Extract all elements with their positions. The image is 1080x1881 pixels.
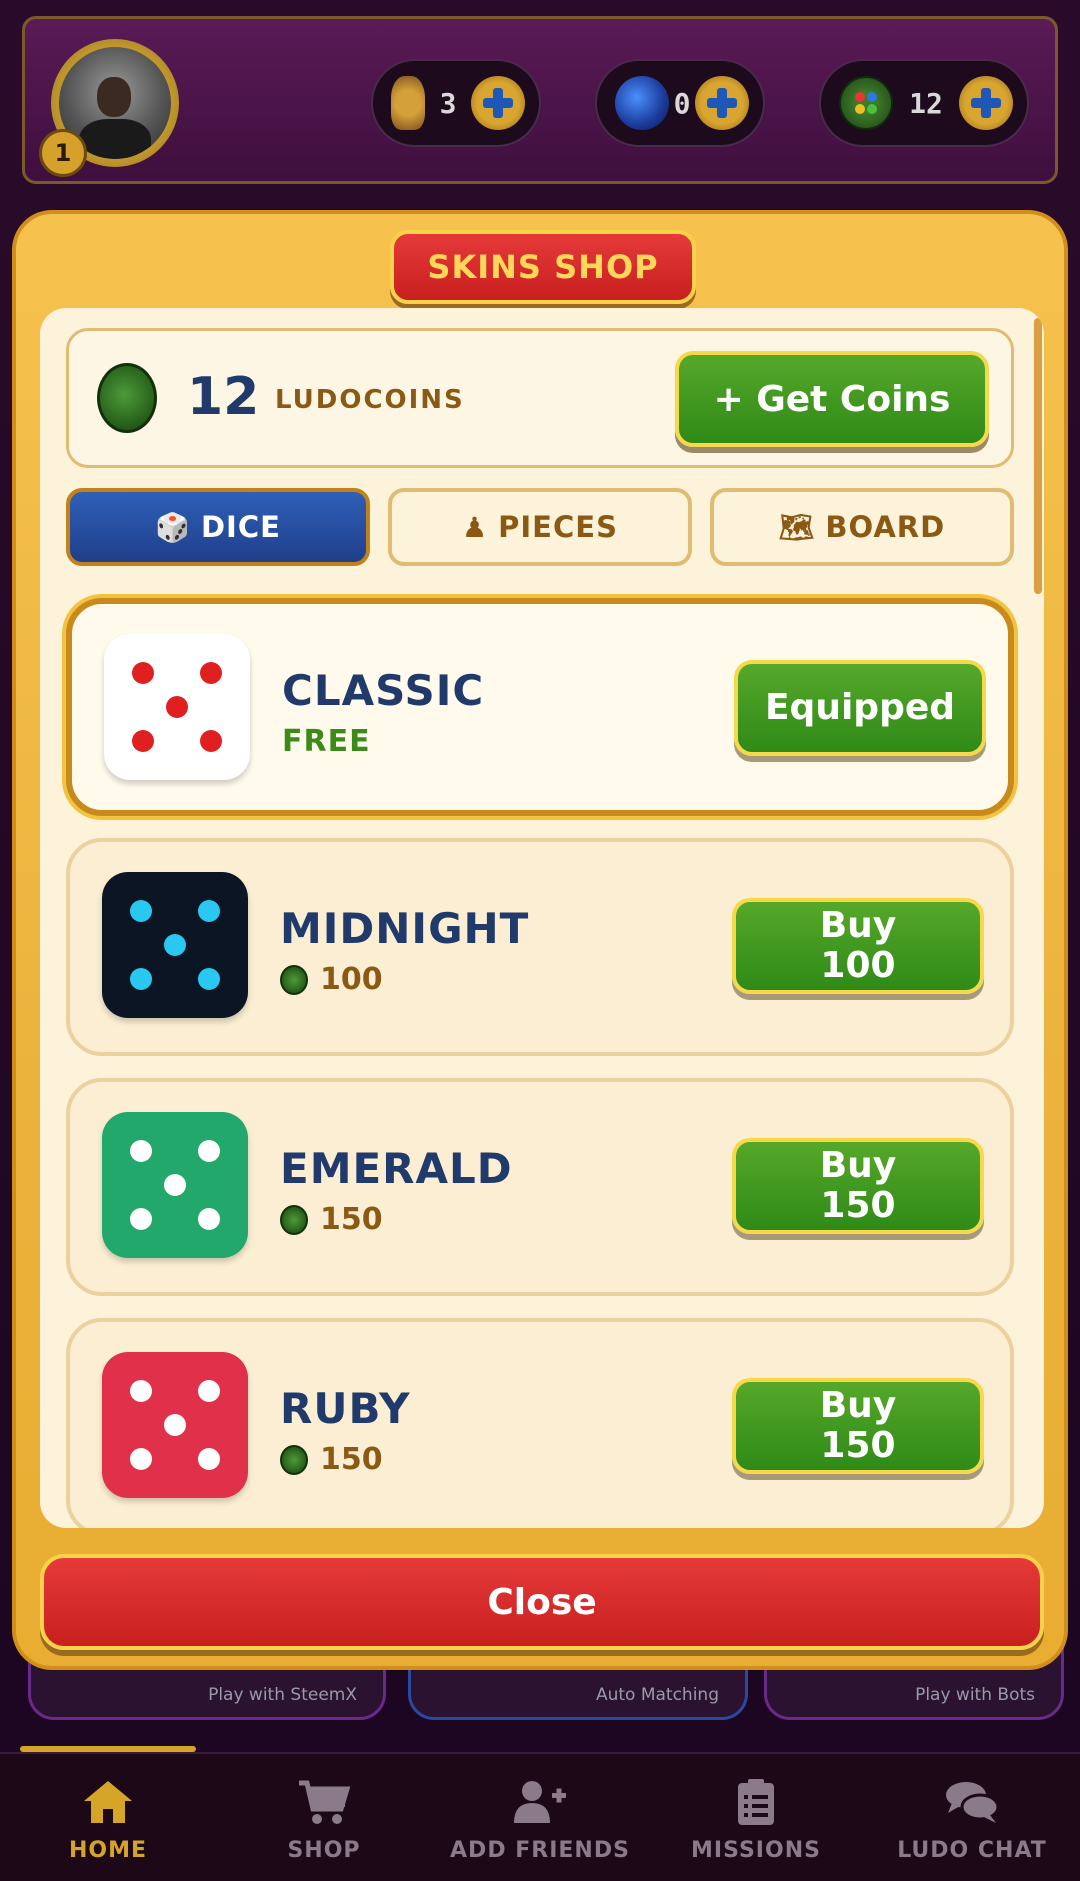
nav-label: HOME [68,1838,148,1863]
tab-pieces[interactable]: ♟ PIECES [388,488,692,566]
ludocoin-icon [280,964,308,995]
scrollbar[interactable] [1034,318,1042,594]
pawn-icon: ♟ [462,510,489,544]
chat-icon [942,1776,1002,1828]
clipboard-icon [726,1776,786,1828]
steem-icon [615,76,669,130]
coin-balance-unit: LUDOCOINS [275,385,465,415]
ludocoin-icon [97,363,157,433]
currency-steem: 0 [595,59,765,147]
nav-label: MISSIONS [691,1838,821,1863]
nav-label: LUDO CHAT [897,1838,1047,1863]
ludocoin-icon [280,1444,308,1475]
die-preview [102,1352,248,1498]
add-user-icon [510,1776,570,1828]
skin-price: 100 [280,962,383,997]
skin-name: MIDNIGHT [280,904,530,953]
add-trophies-button[interactable] [471,76,525,130]
buy-button[interactable]: Buy 150 [732,1378,984,1474]
add-ludocoins-button[interactable] [959,76,1013,130]
skin-item-midnight: MIDNIGHT 100 Buy 100 [66,838,1014,1056]
skin-name: EMERALD [280,1144,513,1193]
game-card-label: Play with Bots [915,1685,1035,1705]
ludocoins-value: 12 [909,86,943,120]
tab-label: PIECES [498,510,618,544]
steem-value: 0 [673,86,691,120]
game-card-label: Play with SteemX [208,1685,357,1705]
buy-button[interactable]: Buy 150 [732,1138,984,1234]
trophies-value: 3 [439,86,457,120]
map-icon: 🗺 [778,510,816,544]
die-preview [102,1112,248,1258]
top-bar: 1 3 0 12 [22,16,1058,184]
skin-name: CLASSIC [282,666,485,715]
coin-balance: 12 LUDOCOINS + Get Coins [66,328,1014,468]
bottom-nav: HOME SHOP ADD FRIENDS MISSIONS LUDO CHAT [0,1746,1080,1881]
skin-price: 150 [280,1442,383,1477]
skin-item-emerald: EMERALD 150 Buy 150 [66,1078,1014,1296]
add-steem-button[interactable] [695,76,749,130]
skin-item-ruby: RUBY 150 Buy 150 [66,1318,1014,1528]
die-preview [104,634,250,780]
buy-button[interactable]: Buy 100 [732,898,984,994]
die-preview [102,872,248,1018]
shop-content: 12 LUDOCOINS + Get Coins 🎲 DICE ♟ PIECES… [40,308,1044,1528]
level-badge: 1 [39,129,87,177]
currency-trophies: 3 [371,59,541,147]
coin-balance-amount: 12 [187,367,260,427]
currency-ludocoins: 12 [819,59,1029,147]
skin-item-classic: CLASSIC FREE Equipped [66,598,1014,816]
skins-shop-modal: SKINS SHOP 12 LUDOCOINS + Get Coins 🎲 DI… [12,210,1068,1670]
cart-icon [294,1776,354,1828]
dice-icon: 🎲 [155,510,191,544]
home-icon [78,1776,138,1828]
tab-dice[interactable]: 🎲 DICE [66,488,370,566]
nav-label: SHOP [287,1838,361,1863]
nav-label: ADD FRIENDS [450,1838,630,1863]
skin-price: 150 [280,1202,383,1237]
tab-label: DICE [200,510,281,544]
tab-label: BOARD [825,510,946,544]
game-card-label: Auto Matching [595,1685,719,1705]
nav-home[interactable]: HOME [0,1776,216,1876]
equipped-button[interactable]: Equipped [734,660,986,756]
nav-shop[interactable]: SHOP [216,1776,432,1876]
tab-board[interactable]: 🗺 BOARD [710,488,1014,566]
close-button[interactable]: Close [40,1554,1044,1650]
active-tab-indicator [20,1746,196,1752]
trophy-icon [391,76,425,130]
modal-title: SKINS SHOP [390,230,696,304]
ludocoin-icon [280,1204,308,1235]
skin-price: FREE [282,724,371,759]
get-coins-button[interactable]: + Get Coins [675,351,989,447]
nav-missions[interactable]: MISSIONS [648,1776,864,1876]
nav-add-friends[interactable]: ADD FRIENDS [432,1776,648,1876]
ludocoin-icon [839,76,893,130]
nav-ludo-chat[interactable]: LUDO CHAT [864,1776,1080,1876]
skin-name: RUBY [280,1384,411,1433]
